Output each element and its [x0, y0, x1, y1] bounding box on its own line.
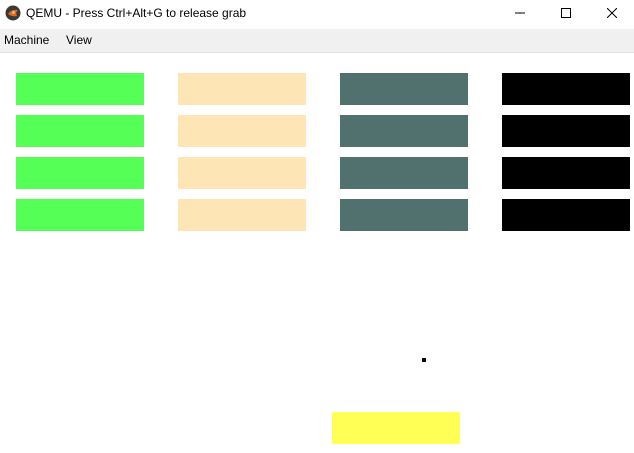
maximize-icon	[561, 8, 571, 18]
paddle	[332, 412, 460, 444]
ball	[422, 358, 426, 362]
brick	[502, 199, 630, 231]
brick	[16, 73, 144, 105]
brick	[502, 115, 630, 147]
brick	[178, 73, 306, 105]
title-bar[interactable]: QEMU - Press Ctrl+Alt+G to release grab	[0, 0, 634, 26]
brick	[502, 157, 630, 189]
brick	[340, 73, 468, 105]
close-icon	[607, 8, 617, 18]
brick	[16, 115, 144, 147]
brick	[178, 199, 306, 231]
minimize-button[interactable]	[497, 0, 543, 26]
qemu-window: QEMU - Press Ctrl+Alt+G to release grab …	[0, 0, 634, 453]
brick	[502, 73, 630, 105]
brick	[340, 157, 468, 189]
brick	[16, 157, 144, 189]
minimize-icon	[515, 8, 525, 18]
close-button[interactable]	[589, 0, 634, 26]
maximize-button[interactable]	[543, 0, 589, 26]
brick	[340, 115, 468, 147]
brick	[16, 199, 144, 231]
brick	[178, 115, 306, 147]
menu-machine[interactable]: Machine	[4, 29, 49, 52]
menu-view[interactable]: View	[66, 29, 92, 52]
brick	[178, 157, 306, 189]
menu-bar: Machine View	[0, 29, 634, 53]
brick	[340, 199, 468, 231]
qemu-logo-icon	[5, 5, 21, 21]
game-screen[interactable]	[0, 53, 634, 453]
window-title: QEMU - Press Ctrl+Alt+G to release grab	[26, 6, 247, 20]
